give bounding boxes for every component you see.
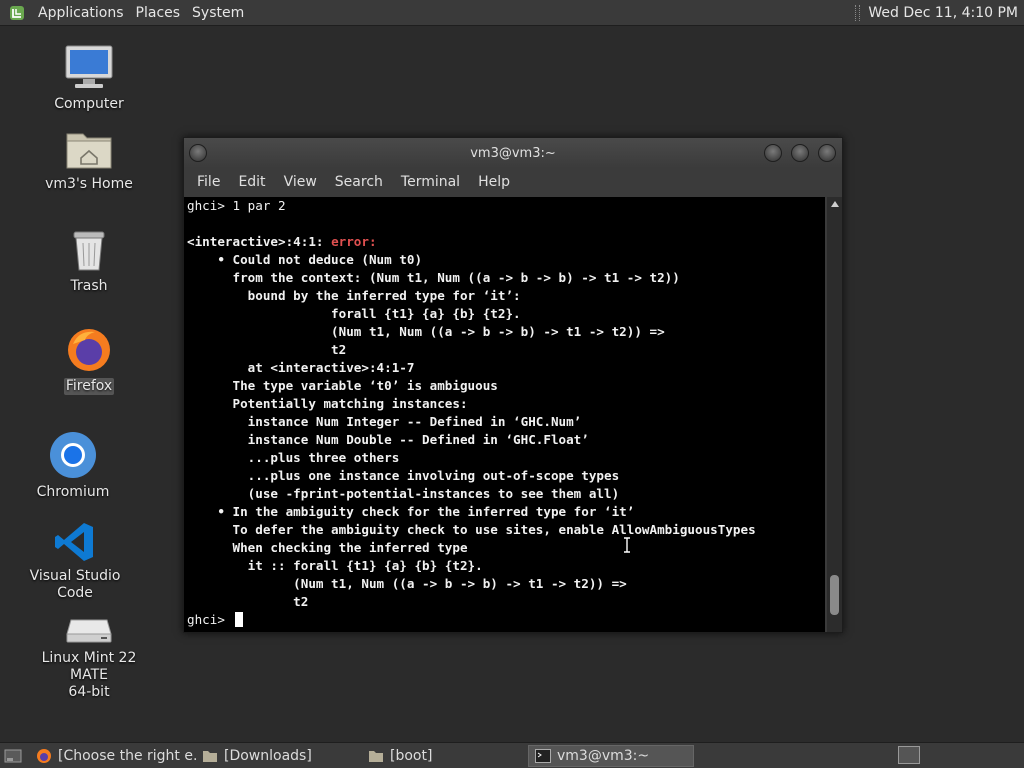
text-cursor bbox=[234, 612, 243, 627]
desktop-icon-drive[interactable]: Linux Mint 22 MATE 64-bit bbox=[24, 616, 154, 701]
terminal-icon bbox=[535, 748, 551, 763]
scroll-up-arrow-icon[interactable] bbox=[827, 197, 842, 211]
terminal-scrollbar[interactable] bbox=[827, 197, 842, 632]
menu-terminal[interactable]: Terminal bbox=[392, 174, 469, 190]
terminal-error-header: <interactive>:4:1: error: bbox=[184, 233, 825, 251]
terminal-window[interactable]: vm3@vm3:~ File Edit View Search Terminal… bbox=[183, 137, 843, 633]
error-location: <interactive>:4:1: bbox=[187, 234, 332, 249]
computer-icon bbox=[65, 45, 113, 88]
terminal-prompt-line: ghci> bbox=[184, 611, 825, 629]
taskbar-item-downloads[interactable]: [Downloads] bbox=[196, 745, 362, 767]
desktop-icon-label: Chromium bbox=[36, 484, 110, 500]
workspace-switcher[interactable] bbox=[898, 746, 920, 764]
taskbar-item-label: [Choose the right e... bbox=[58, 747, 196, 764]
terminal-line: (Num t1, Num ((a -> b -> b) -> t1 -> t2)… bbox=[187, 576, 627, 591]
terminal-line: Potentially matching instances: bbox=[187, 396, 468, 411]
panel-separator bbox=[855, 4, 861, 21]
vscode-icon bbox=[55, 523, 93, 561]
desktop-icon-label: Trash bbox=[70, 278, 108, 294]
terminal-line: forall {t1} {a} {b} {t2}. bbox=[187, 306, 521, 321]
terminal-line: (use -fprint-potential-instances to see … bbox=[187, 486, 620, 501]
desktop-icon-home[interactable]: vm3's Home bbox=[24, 128, 154, 193]
folder-icon bbox=[368, 749, 384, 763]
trash-icon bbox=[73, 231, 105, 271]
terminal-line: ...plus one instance involving out-of-sc… bbox=[187, 468, 620, 483]
menu-search[interactable]: Search bbox=[326, 174, 392, 190]
bottom-panel: [Choose the right e... [Downloads] [boot… bbox=[0, 742, 1024, 768]
show-desktop-icon[interactable] bbox=[2, 745, 24, 767]
desktop-icon-label: vm3's Home bbox=[45, 176, 133, 192]
terminal-output[interactable]: ghci> 1 par 2 <interactive>:4:1: error: … bbox=[184, 197, 825, 632]
terminal-line: To defer the ambiguity check to use site… bbox=[187, 522, 756, 537]
desktop-icon-label: Visual Studio Code bbox=[29, 568, 121, 601]
chromium-icon bbox=[50, 432, 96, 478]
desktop-icon-trash[interactable]: Trash bbox=[24, 228, 154, 295]
terminal-line: ghci> 1 par 2 bbox=[187, 198, 286, 213]
menu-places[interactable]: Places bbox=[130, 5, 187, 21]
menu-help[interactable]: Help bbox=[469, 174, 519, 190]
drive-icon bbox=[66, 619, 112, 643]
taskbar-item-terminal[interactable]: vm3@vm3:~ bbox=[528, 744, 694, 767]
folder-icon bbox=[202, 749, 218, 763]
menu-applications[interactable]: Applications bbox=[32, 5, 130, 21]
prompt: ghci> bbox=[187, 612, 233, 627]
terminal-line: The type variable ‘t0’ is ambiguous bbox=[187, 378, 498, 393]
desktop-icon-firefox[interactable]: Firefox bbox=[24, 326, 154, 395]
taskbar-item-firefox[interactable]: [Choose the right e... bbox=[30, 745, 196, 767]
minimize-button[interactable] bbox=[764, 144, 782, 162]
terminal-line: instance Num Integer -- Defined in ‘GHC.… bbox=[187, 414, 582, 429]
menu-file[interactable]: File bbox=[188, 174, 229, 190]
top-panel: Applications Places System Wed Dec 11, 4… bbox=[0, 0, 1024, 26]
terminal-line: at <interactive>:4:1-7 bbox=[187, 360, 415, 375]
terminal-line: t2 bbox=[187, 594, 309, 609]
terminal-line: (Num t1, Num ((a -> b -> b) -> t1 -> t2)… bbox=[187, 324, 665, 339]
desktop-icon-vscode[interactable]: Visual Studio Code bbox=[10, 520, 140, 602]
terminal-line: • In the ambiguity check for the inferre… bbox=[187, 504, 635, 519]
desktop-icon-chromium[interactable]: Chromium bbox=[8, 430, 138, 501]
mint-menu-icon[interactable] bbox=[8, 4, 26, 22]
terminal-line: • Could not deduce (Num t0) bbox=[187, 252, 423, 267]
clock[interactable]: Wed Dec 11, 4:10 PM bbox=[868, 5, 1018, 21]
maximize-button[interactable] bbox=[791, 144, 809, 162]
taskbar-item-boot[interactable]: [boot] bbox=[362, 745, 528, 767]
terminal-line: ...plus three others bbox=[187, 450, 400, 465]
menu-edit[interactable]: Edit bbox=[229, 174, 274, 190]
terminal-line: t2 bbox=[187, 342, 347, 357]
menu-system[interactable]: System bbox=[186, 5, 250, 21]
window-menu-icon[interactable] bbox=[189, 144, 207, 162]
desktop-icon-label: Linux Mint 22 MATE 64-bit bbox=[41, 650, 137, 700]
taskbar-item-label: [Downloads] bbox=[224, 747, 312, 764]
scrollbar-thumb[interactable] bbox=[830, 575, 839, 615]
window-title: vm3@vm3:~ bbox=[470, 145, 556, 161]
desktop-icon-label: Firefox bbox=[63, 378, 115, 395]
close-button[interactable] bbox=[818, 144, 836, 162]
terminal-menubar: File Edit View Search Terminal Help bbox=[184, 168, 842, 196]
ibeam-cursor-icon bbox=[624, 537, 630, 553]
terminal-line: it :: forall {t1} {a} {b} {t2}. bbox=[187, 558, 483, 573]
desktop-icon-label: Computer bbox=[54, 96, 124, 112]
taskbar-item-label: vm3@vm3:~ bbox=[557, 747, 650, 764]
window-titlebar[interactable]: vm3@vm3:~ bbox=[184, 138, 842, 168]
desktop-icon-computer[interactable]: Computer bbox=[24, 44, 154, 113]
taskbar-item-label: [boot] bbox=[390, 747, 433, 764]
home-folder-icon bbox=[66, 133, 112, 169]
terminal-line: When checking the inferred type bbox=[187, 540, 468, 555]
firefox-icon bbox=[36, 748, 52, 764]
error-message: • Could not deduce (Num t0) from the con… bbox=[184, 251, 825, 611]
terminal-line: instance Num Double -- Defined in ‘GHC.F… bbox=[187, 432, 589, 447]
terminal-line: from the context: (Num t1, Num ((a -> b … bbox=[187, 270, 680, 285]
firefox-icon bbox=[68, 329, 110, 371]
terminal-line: bound by the inferred type for ‘it’: bbox=[187, 288, 521, 303]
error-label: error: bbox=[331, 234, 377, 249]
menu-view[interactable]: View bbox=[275, 174, 326, 190]
